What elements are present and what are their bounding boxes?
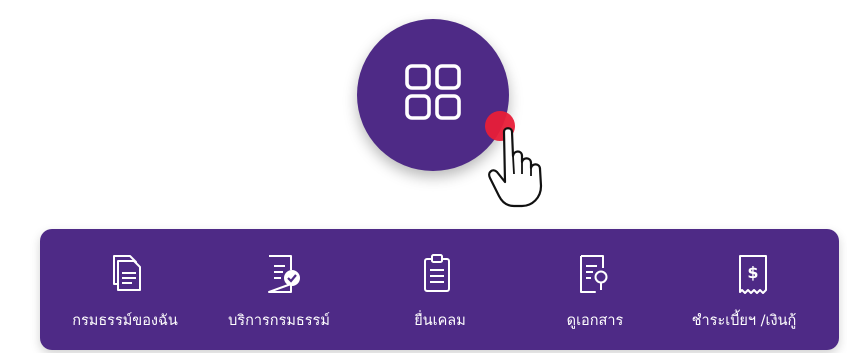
- nav-label: ดูเอกสาร: [566, 313, 624, 329]
- document-search-icon: [580, 255, 608, 293]
- grid-apps-icon: [405, 64, 461, 120]
- hand-pointer-icon: [485, 111, 543, 208]
- svg-text:$: $: [747, 263, 758, 282]
- nav-item-view-documents[interactable]: ดูเอกสาร: [520, 229, 680, 350]
- nav-item-file-claim[interactable]: ยื่นเคลม: [360, 229, 520, 350]
- receipt-dollar-icon: $: [739, 255, 767, 294]
- bottom-nav-bar: กรมธรรม์ของฉัน บริการกรมธรรม์ ยื่นเคลม ด…: [40, 229, 839, 350]
- nav-label: บริการกรมธรรม์: [228, 313, 330, 329]
- documents-icon: [113, 255, 141, 291]
- nav-label: กรมธรรม์ของฉัน: [72, 313, 178, 329]
- document-check-icon: [268, 255, 300, 293]
- clipboard-icon: [424, 254, 450, 292]
- nav-item-my-policy[interactable]: กรมธรรม์ของฉัน: [40, 229, 200, 350]
- nav-label: ยื่นเคลม: [414, 313, 466, 329]
- nav-item-policy-service[interactable]: บริการกรมธรรม์: [200, 229, 360, 350]
- nav-item-pay-premium-loan[interactable]: $ ชำระเบี้ยฯ /เงินกู้: [680, 229, 839, 350]
- nav-label: ชำระเบี้ยฯ /เงินกู้: [691, 313, 797, 329]
